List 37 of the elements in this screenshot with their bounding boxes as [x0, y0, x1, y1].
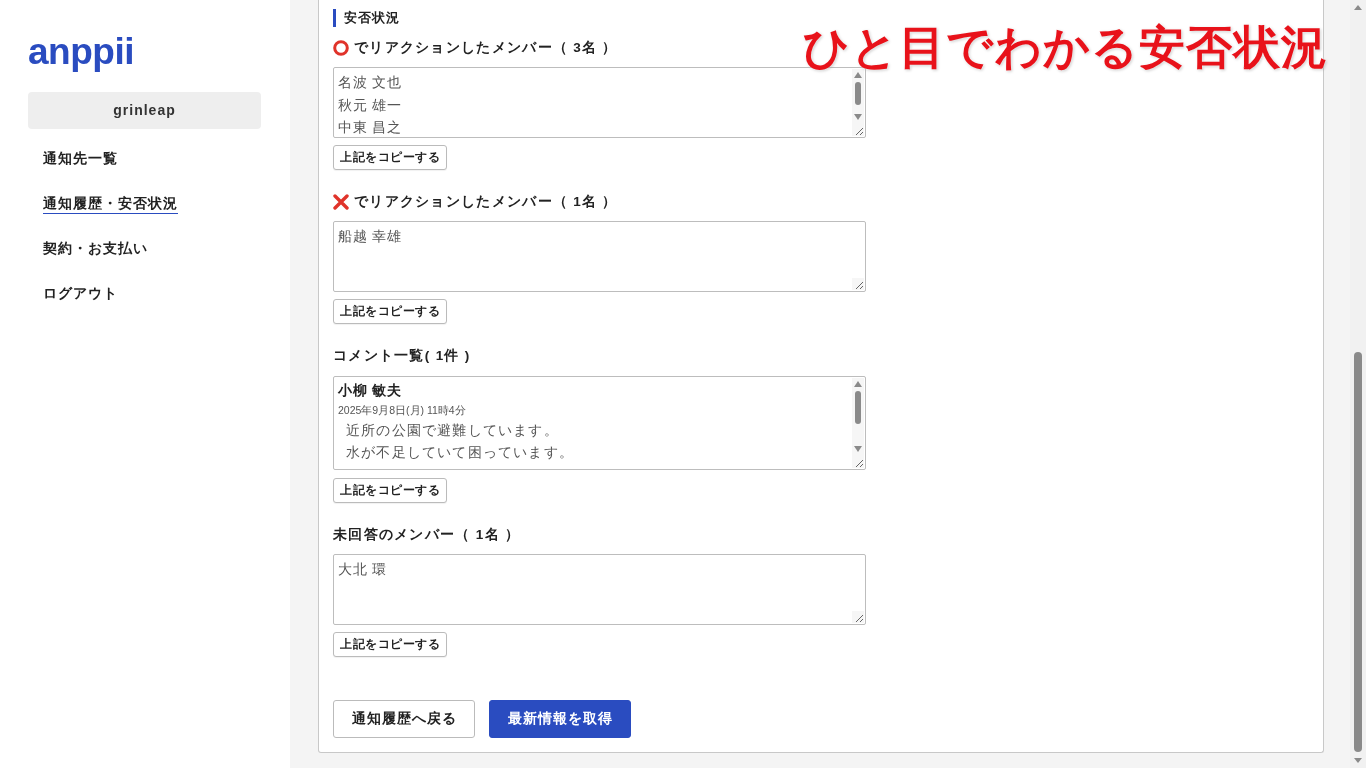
comment-text: 水が不足していて困っています。 [345, 443, 574, 462]
member-name: 中東 昌之 [338, 118, 402, 137]
comment-time: 2025年9月8日(月) 11時4分 [338, 403, 466, 418]
comment-list-field[interactable]: 小柳 敏夫 2025年9月8日(月) 11時4分 近所の公園で避難しています。 水が不足していて困っています。 [333, 376, 866, 470]
section-title: 安否状況 [333, 9, 400, 27]
organization-name: grinleap [28, 92, 261, 129]
section-heading: でリアクションしたメンバー（ 1名 ） [354, 193, 618, 211]
back-button[interactable]: 通知履歴へ戻る [333, 700, 475, 738]
copy-button[interactable]: 上記をコピーする [333, 478, 447, 503]
resize-grip-icon[interactable] [852, 124, 864, 136]
resize-grip-icon[interactable] [852, 456, 864, 468]
comment-author: 小柳 敏夫 [338, 381, 402, 400]
section-heading: コメント一覧( 1件 ) [333, 347, 471, 365]
copy-button[interactable]: 上記をコピーする [333, 299, 447, 324]
copy-button[interactable]: 上記をコピーする [333, 145, 447, 170]
member-name: 大北 環 [338, 560, 388, 579]
cross-icon [333, 194, 349, 210]
member-list-field[interactable]: 船越 幸雄 [333, 221, 866, 292]
copy-button[interactable]: 上記をコピーする [333, 632, 447, 657]
nav-link[interactable]: 契約・お支払い [43, 238, 148, 259]
member-name: 名波 文也 [338, 73, 402, 92]
member-name: 秋元 雄一 [338, 95, 402, 115]
member-list-field[interactable]: 大北 環 [333, 554, 866, 625]
comment-text: 近所の公園で避難しています。 [345, 421, 559, 440]
nav-link[interactable]: 通知先一覧 [43, 148, 118, 169]
nav-link[interactable]: ログアウト [43, 283, 118, 304]
ring-icon [333, 40, 349, 56]
scrollbar[interactable] [852, 378, 864, 456]
scrollbar[interactable] [852, 69, 864, 124]
logo: anppii [28, 32, 134, 72]
member-name: 船越 幸雄 [338, 227, 402, 246]
section-heading: 未回答のメンバー（ 1名 ） [333, 526, 521, 544]
nav-link[interactable]: 通知履歴・安否状況 [43, 193, 178, 214]
refresh-button[interactable]: 最新情報を取得 [489, 700, 631, 738]
resize-grip-icon[interactable] [852, 278, 864, 290]
resize-grip-icon[interactable] [852, 611, 864, 623]
section-heading: でリアクションしたメンバー（ 3名 ） [354, 39, 618, 57]
